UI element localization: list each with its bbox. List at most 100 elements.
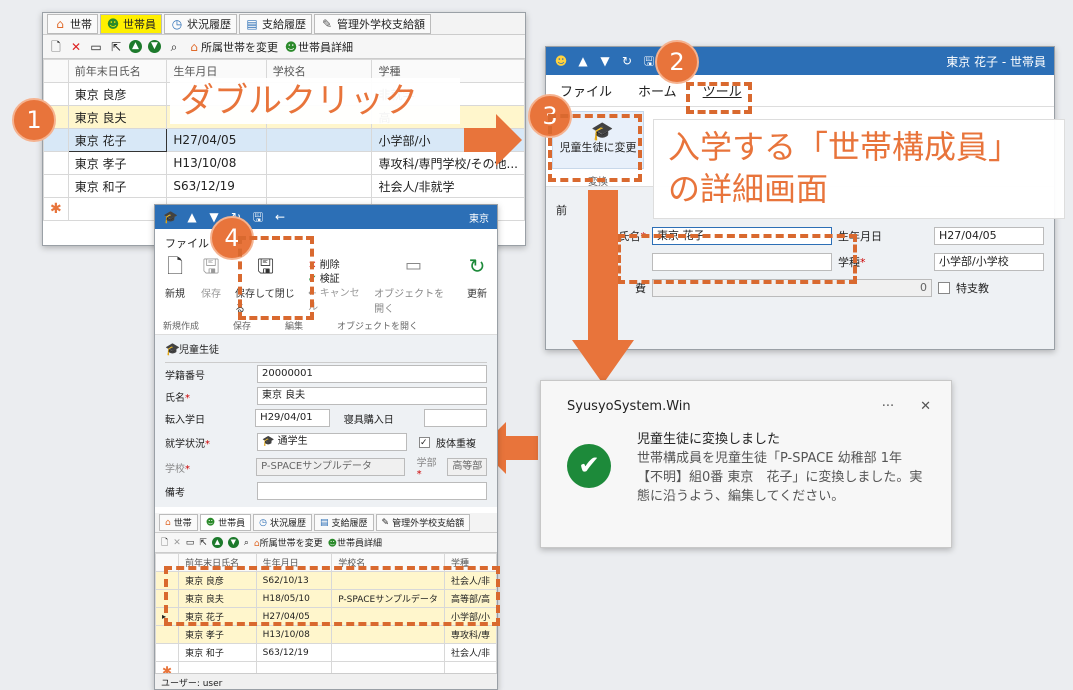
new-row-marker: ✱: [43, 197, 69, 221]
toast-more-button[interactable]: ···: [882, 399, 894, 414]
student-no-field[interactable]: 20000001: [257, 365, 487, 383]
change-household-button[interactable]: ⌂所属世帯を変更: [187, 39, 278, 55]
verify-button[interactable]: ✔ 検証: [308, 273, 362, 287]
ledger-icon: ▤: [246, 16, 258, 31]
arrow-down: [572, 190, 634, 384]
table-row[interactable]: 東京 孝子 H13/10/08 専攻科/専: [155, 625, 497, 644]
main-tabs: ⌂ 世帯 ☻ 世帯員 ◷ 状況履歴 ▤ 支給履歴 ✎ 管理外学校支給額: [43, 13, 525, 35]
up-icon[interactable]: ▲: [129, 40, 142, 53]
ribbon-groups: 新規作成 保存 編集 オブジェクトを開く: [155, 317, 497, 335]
home-icon: ⌂: [56, 16, 64, 31]
delete-button[interactable]: ✕ 削除: [308, 259, 362, 273]
tool-menu-highlight: [686, 82, 752, 114]
tab-payment-history[interactable]: ▤ 支給履歴: [314, 514, 374, 531]
status-bar: ユーザー: user: [155, 673, 497, 689]
transfer-date-field[interactable]: H29/04/01: [255, 409, 330, 427]
tab-household[interactable]: ⌂ 世帯: [159, 514, 198, 531]
member-detail-button[interactable]: ☻世帯員詳細: [284, 39, 353, 55]
tab-payment-history[interactable]: ▤ 支給履歴: [239, 13, 312, 34]
toast-notification: SyusyoSystem.Win ··· ✕ ✔ 児童生徒に変換しました 世帯構…: [540, 380, 952, 548]
dept-select[interactable]: 高等部: [447, 458, 487, 476]
save-icon[interactable]: 🖫: [642, 54, 656, 68]
tab-household[interactable]: ⌂ 世帯: [47, 13, 98, 34]
check-icon: ✔: [567, 444, 611, 488]
student-form: 🎓児童生徒 学籍番号 20000001 氏名* 東京 良夫 転入学日 H29/04/0…: [155, 335, 497, 507]
table-row-selected[interactable]: 東京 花子 H27/04/05 小学部/小: [43, 128, 525, 152]
tab-external-school[interactable]: ✎ 管理外学校支給額: [375, 514, 471, 531]
menu-home[interactable]: ホーム: [638, 81, 677, 100]
col-name[interactable]: 前年末日氏名: [67, 59, 168, 83]
school-select[interactable]: P-SPACEサンプルデータ: [256, 458, 405, 476]
convert-button-highlight: [548, 114, 642, 182]
tab-status-history[interactable]: ◷ 状況履歴: [164, 13, 237, 34]
menu-file[interactable]: ファイル: [165, 237, 209, 250]
new-button[interactable]: 🗋 新規: [163, 254, 187, 300]
school-type-field[interactable]: 小学部/小学校: [934, 253, 1044, 271]
money-icon: ✎: [321, 16, 333, 31]
status-select[interactable]: 🎓 通学生: [257, 433, 407, 451]
name-field-highlight: [617, 234, 857, 284]
window-icon[interactable]: ▭: [186, 538, 195, 548]
refresh-icon[interactable]: ↻: [620, 54, 634, 68]
member-window-title: 東京 花子 - 世帯員: [946, 54, 1046, 69]
new-doc-icon: 🗋: [166, 254, 184, 278]
refresh-icon: ↻: [468, 254, 486, 278]
open-object-button[interactable]: ▭ オブジェクトを開く: [374, 257, 453, 316]
table-row[interactable]: 東京 孝子 H13/10/08 専攻科/専門学校/その他...: [43, 151, 525, 175]
menu-file[interactable]: ファイル: [560, 81, 612, 100]
down-icon[interactable]: ▼: [227, 537, 239, 548]
student-hat-icon: 🎓: [262, 436, 275, 447]
save-icon[interactable]: 🖫: [251, 210, 265, 224]
window-icon[interactable]: ▭: [89, 40, 103, 54]
change-household-button[interactable]: ⌂所属世帯を変更: [254, 536, 323, 549]
note-field[interactable]: [257, 482, 487, 500]
people-icon: ☻: [106, 16, 120, 31]
tab-members[interactable]: ☻ 世帯員: [100, 13, 162, 34]
preview-icon[interactable]: ⌕: [244, 538, 249, 548]
home-icon: ⌂: [165, 517, 171, 528]
student-toolbar: 🗋 ✕ ▭ ⇱ ▲ ▼ ⌕ ⌂所属世帯を変更 ☻世帯員詳細: [155, 533, 497, 553]
step-badge-1: 1: [12, 98, 56, 142]
toast-body: 世帯構成員を児童生徒「P-SPACE 幼稚部 1年【不明】組0番 東京 花子」に…: [637, 451, 923, 504]
house-person-icon: ⌂: [190, 39, 198, 54]
down-icon[interactable]: ▼: [148, 40, 161, 53]
table-row[interactable]: 東京 和子 S63/12/19 社会人/非就学: [43, 174, 525, 198]
back-icon[interactable]: ←: [273, 210, 287, 224]
arrow-right-1: [464, 114, 522, 166]
people-icon: ☻: [327, 539, 338, 549]
tab-status-history[interactable]: ◷ 状況履歴: [253, 514, 313, 531]
tab-external-school[interactable]: ✎ 管理外学校支給額: [314, 13, 431, 34]
down-icon[interactable]: ▼: [598, 54, 612, 68]
cancel-button[interactable]: ↞ キャンセル: [308, 287, 362, 315]
delete-icon[interactable]: ✕: [69, 40, 83, 54]
panel-title: 🎓児童生徒: [165, 341, 487, 363]
multi-disability-checkbox[interactable]: ✓: [419, 436, 430, 448]
preview-icon[interactable]: ⌕: [167, 40, 181, 54]
student-window-title: 東京: [469, 213, 489, 225]
clock-icon: ◷: [259, 517, 267, 528]
money-icon: ✎: [381, 517, 390, 528]
student-name-field[interactable]: 東京 良夫: [257, 387, 487, 405]
student-hat-icon: 🎓: [165, 342, 180, 356]
new-icon[interactable]: 🗋: [49, 40, 63, 54]
toast-close-button[interactable]: ✕: [920, 399, 931, 414]
tab-members[interactable]: ☻ 世帯員: [199, 514, 252, 531]
export-icon[interactable]: ⇱: [109, 40, 123, 54]
up-icon[interactable]: ▲: [185, 210, 199, 224]
double-click-callout: ダブルクリック: [170, 78, 460, 124]
main-toolbar: 🗋 ✕ ▭ ⇱ ▲ ▼ ⌕ ⌂ 所属世帯を変更 ☻世帯員詳細: [43, 35, 525, 59]
new-icon[interactable]: 🗋: [161, 535, 168, 551]
save-button[interactable]: 🖫 保存: [199, 256, 223, 300]
refresh-button[interactable]: ↻ 更新: [465, 254, 489, 300]
person-icon: ☻: [554, 54, 568, 68]
export-icon[interactable]: ⇱: [199, 538, 207, 548]
table-row[interactable]: 東京 和子 S63/12/19 社会人/非: [155, 643, 497, 662]
bedding-date-field[interactable]: [424, 409, 487, 427]
dob-field[interactable]: H27/04/05: [934, 227, 1044, 245]
up-icon[interactable]: ▲: [211, 537, 223, 548]
up-icon[interactable]: ▲: [576, 54, 590, 68]
special-checkbox[interactable]: [938, 282, 950, 294]
delete-icon[interactable]: ✕: [173, 538, 181, 548]
step-badge-2: 2: [655, 40, 699, 84]
member-detail-button[interactable]: ☻世帯員詳細: [328, 536, 382, 549]
